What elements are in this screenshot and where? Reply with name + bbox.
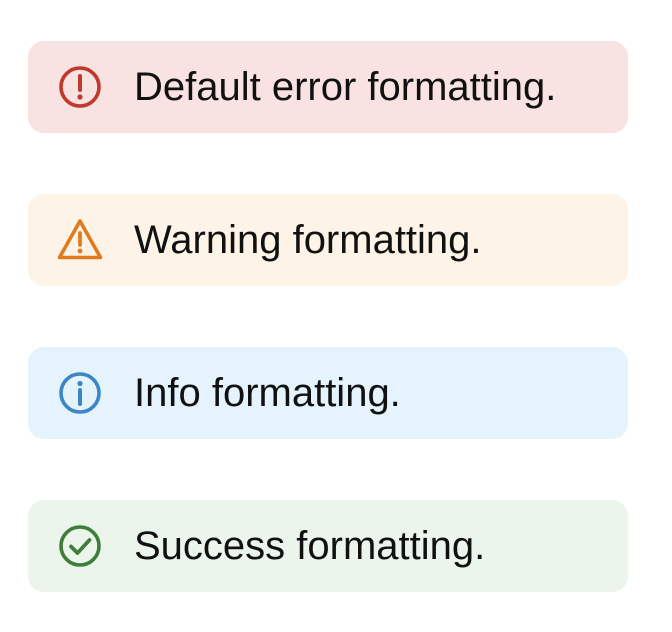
- info-alert-message: Info formatting.: [134, 371, 401, 415]
- warning-alert: Warning formatting.: [28, 194, 628, 286]
- error-alert-message: Default error formatting.: [134, 65, 557, 109]
- success-alert-message: Success formatting.: [134, 524, 486, 568]
- alert-circle-icon: [56, 63, 104, 111]
- alert-examples: Default error formatting. Warning format…: [0, 0, 672, 632]
- error-alert: Default error formatting.: [28, 41, 628, 133]
- info-alert: Info formatting.: [28, 347, 628, 439]
- info-circle-icon: [56, 369, 104, 417]
- success-alert: Success formatting.: [28, 500, 628, 592]
- warning-alert-message: Warning formatting.: [134, 218, 482, 262]
- warning-triangle-icon: [56, 216, 104, 264]
- check-circle-icon: [56, 522, 104, 570]
